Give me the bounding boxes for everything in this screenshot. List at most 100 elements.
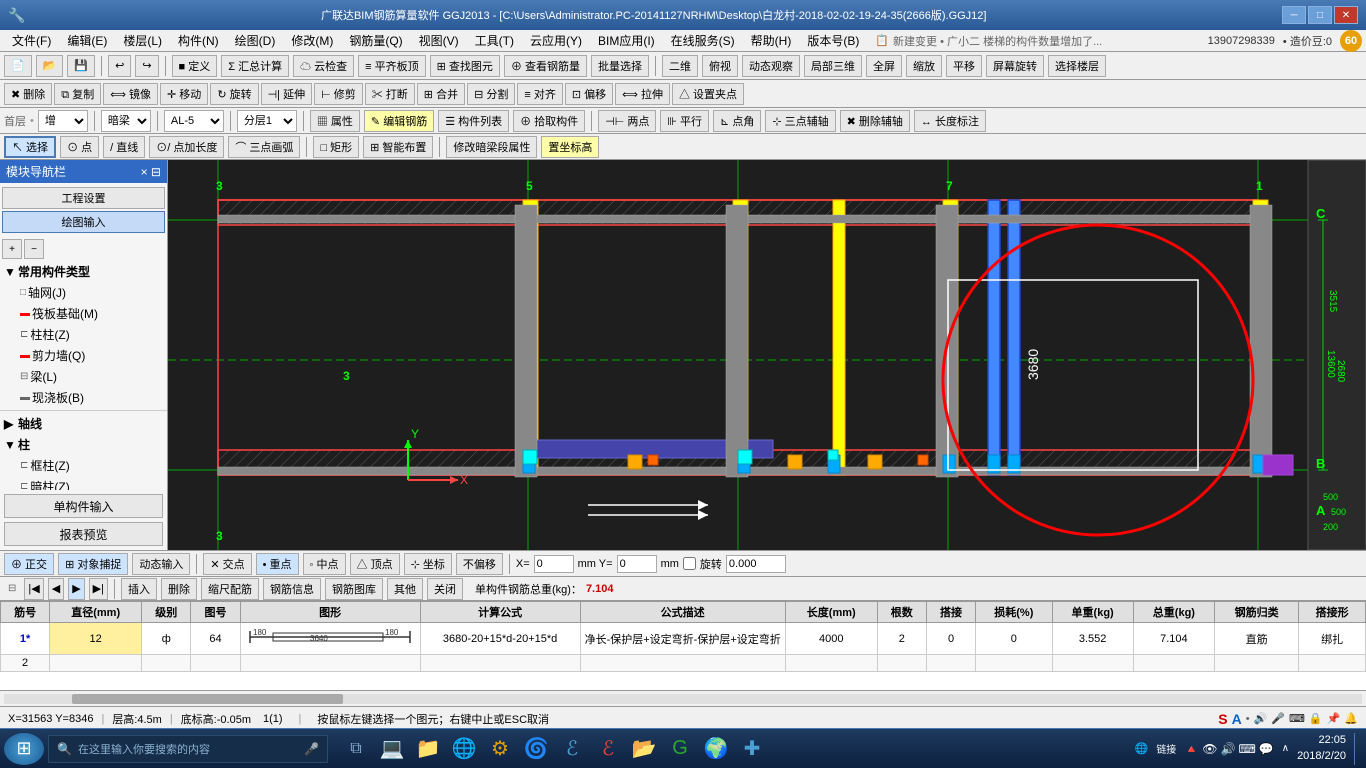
tree-item-common-types[interactable]: ▼ 常用构件类型 [0, 261, 167, 282]
two-points-btn[interactable]: ⊣⊢ 两点 [598, 110, 656, 132]
cad-drawing[interactable]: Y X 3680 C [168, 160, 1366, 550]
redo-btn[interactable]: ↪ [135, 55, 158, 77]
beam-type-select[interactable]: 暗梁 [101, 110, 151, 132]
align-btn[interactable]: ≡ 对齐 [517, 83, 562, 105]
draw-input-btn[interactable]: 绘图输入 [2, 211, 165, 233]
floor-select[interactable]: 增 [38, 110, 88, 132]
pinned-app-7[interactable]: ℰ [592, 733, 624, 765]
menu-tools[interactable]: 工具(T) [467, 30, 522, 51]
menu-bim[interactable]: BIM应用(I) [590, 30, 663, 51]
extend-btn[interactable]: ⊣| 延伸 [261, 83, 313, 105]
line-tool-btn[interactable]: / 直线 [103, 136, 145, 158]
tree-item-cols[interactable]: ▼ 柱 [0, 434, 167, 455]
tree-item-slab[interactable]: ▬ 现浇板(B) [0, 387, 167, 408]
properties-btn[interactable]: ▦ 属性 [310, 110, 360, 132]
rebar-row-2[interactable]: 2 [1, 655, 1366, 672]
close-btn[interactable]: ✕ [1334, 6, 1358, 24]
set-elevation-btn[interactable]: 置坐标高 [541, 136, 599, 158]
menu-modify[interactable]: 修改(M) [283, 30, 341, 51]
three-axis-btn[interactable]: ⊹ 三点辅轴 [765, 110, 835, 132]
tree-item-beam[interactable]: ⊟ 梁(L) [0, 366, 167, 387]
menu-floor[interactable]: 楼层(L) [115, 30, 170, 51]
search-bar[interactable]: 🔍 在这里输入你要搜索的内容 🎤 [48, 735, 328, 763]
tree-item-raft[interactable]: ▬ 筏板基础(M) [0, 303, 167, 324]
tree-item-column[interactable]: ⊏ 柱柱(Z) [0, 324, 167, 345]
rect-btn[interactable]: □ 矩形 [313, 136, 359, 158]
x-input[interactable] [534, 555, 574, 573]
select-tool-btn[interactable]: ↖ 选择 [4, 136, 56, 158]
parallel-btn[interactable]: ⊪ 平行 [660, 110, 709, 132]
open-btn[interactable]: 📂 [36, 55, 64, 77]
zoom-btn[interactable]: 缩放 [906, 55, 942, 77]
menu-edit[interactable]: 编辑(E) [59, 30, 115, 51]
scrollbar-thumb[interactable] [72, 694, 344, 704]
three-arc-btn[interactable]: ⌒ 三点画弧 [228, 136, 300, 158]
move-btn[interactable]: ✛ 移动 [160, 83, 208, 105]
nav-last-btn[interactable]: ▶| [89, 578, 108, 600]
component-list-btn[interactable]: ☰ 构件列表 [438, 110, 509, 132]
length-mark-btn[interactable]: ↔ 长度标注 [914, 110, 986, 132]
tree-item-dark-col[interactable]: ⊏ 暗柱(Z) [0, 476, 167, 490]
new-btn[interactable]: 📄 [4, 55, 32, 77]
stretch-btn[interactable]: ⟺ 拉伸 [615, 83, 670, 105]
point-length-btn[interactable]: ⊙/ 点加长度 [149, 136, 224, 158]
split-btn[interactable]: ⊟ 分割 [467, 83, 515, 105]
midpoint-btn[interactable]: • 重点 [256, 553, 299, 575]
pinned-app-11[interactable]: ✚ [736, 733, 768, 765]
2d-btn[interactable]: 二维 [662, 55, 698, 77]
menu-draw[interactable]: 绘图(D) [227, 30, 284, 51]
menu-view[interactable]: 视图(V) [411, 30, 467, 51]
select-floor-btn[interactable]: 选择楼层 [1048, 55, 1106, 77]
nav-prev-btn[interactable]: ◀ [48, 578, 64, 600]
coord-btn[interactable]: ⊹ 坐标 [404, 553, 452, 575]
pinned-app-5[interactable]: 🌀 [520, 733, 552, 765]
screen-rotate-btn[interactable]: 屏幕旋转 [986, 55, 1044, 77]
scale-rebar-btn[interactable]: 缩尺配筋 [201, 578, 259, 600]
no-offset-btn[interactable]: 不偏移 [456, 553, 503, 575]
cell-diameter[interactable]: 12 [50, 623, 142, 655]
tree-item-axis[interactable]: □ 轴网(J) [0, 282, 167, 303]
smart-layout-btn[interactable]: ⊞ 智能布置 [363, 136, 433, 158]
offset-btn[interactable]: ⊡ 偏移 [565, 83, 613, 105]
maximize-btn[interactable]: □ [1308, 6, 1332, 24]
local-3d-btn[interactable]: 局部三维 [804, 55, 862, 77]
pinned-app-2[interactable]: 📁 [412, 733, 444, 765]
menu-file[interactable]: 文件(F) [4, 30, 59, 51]
rebar-info-btn[interactable]: 钢筋信息 [263, 578, 321, 600]
edit-rebar-btn[interactable]: ✎ 编辑钢筋 [364, 110, 434, 132]
nav-first-btn[interactable]: |◀ [24, 578, 43, 600]
pinned-app-3[interactable]: 🌐 [448, 733, 480, 765]
rotate-btn[interactable]: ↻ 旋转 [210, 83, 258, 105]
dynamic-input-btn[interactable]: 动态输入 [132, 553, 190, 575]
point-tool-btn[interactable]: ⊙ 点 [60, 136, 99, 158]
y-input[interactable] [617, 555, 657, 573]
start-button[interactable]: ⊞ [4, 733, 44, 765]
trim-btn[interactable]: ⊢ 修剪 [314, 83, 363, 105]
pinned-app-10[interactable]: 🌍 [700, 733, 732, 765]
delete-btn[interactable]: ✖ 删除 [4, 83, 52, 105]
menu-help[interactable]: 帮助(H) [743, 30, 800, 51]
pinned-app-8[interactable]: 📂 [628, 733, 660, 765]
single-component-btn[interactable]: 单构件输入 [4, 494, 163, 518]
horizontal-scrollbar[interactable] [4, 694, 1362, 704]
align-top-btn[interactable]: ≡ 平齐板顶 [358, 55, 425, 77]
delete-rebar-btn[interactable]: 删除 [161, 578, 197, 600]
vertex-btn[interactable]: △ 顶点 [350, 553, 400, 575]
define-btn[interactable]: ■ 定义 [172, 55, 218, 77]
modify-dark-beam-btn[interactable]: 修改暗梁段属性 [446, 136, 537, 158]
chevron-icon[interactable]: ∧ [1282, 743, 1289, 754]
minimize-btn[interactable]: ─ [1282, 6, 1306, 24]
set-grip-btn[interactable]: △ 设置夹点 [672, 83, 744, 105]
tree-item-shear-wall[interactable]: ▬ 剪力墙(Q) [0, 345, 167, 366]
merge-btn[interactable]: ⊞ 合并 [417, 83, 465, 105]
batch-select-btn[interactable]: 批量选择 [591, 55, 649, 77]
pinned-app-1[interactable]: 💻 [376, 733, 408, 765]
break-btn[interactable]: ✂ 打断 [365, 83, 415, 105]
menu-rebar-qty[interactable]: 钢筋量(Q) [341, 30, 410, 51]
other-btn[interactable]: 其他 [387, 578, 423, 600]
insert-rebar-btn[interactable]: 插入 [121, 578, 157, 600]
rotate-check[interactable] [683, 557, 696, 570]
find-element-btn[interactable]: ⊞ 查找图元 [430, 55, 500, 77]
cad-canvas-area[interactable]: Y X 3680 C [168, 160, 1366, 550]
remove-tree-btn[interactable]: − [24, 239, 44, 259]
